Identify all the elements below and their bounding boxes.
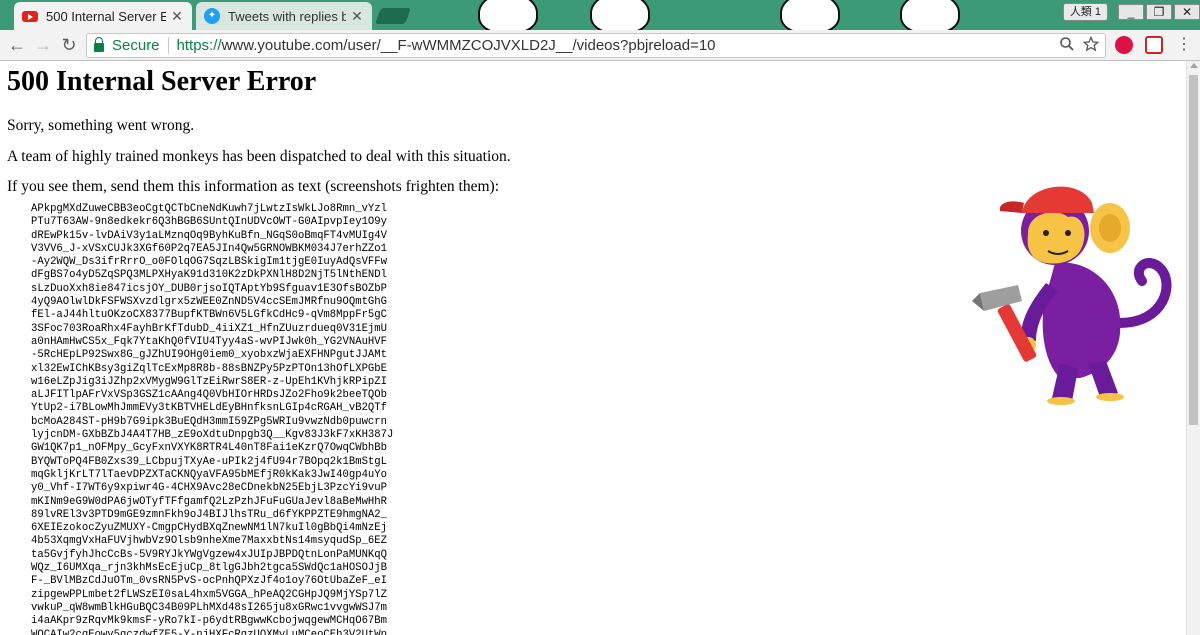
window-controls: 人類 1 _ ❐ ✕ (1062, 0, 1200, 24)
new-tab-button[interactable] (375, 8, 411, 24)
error-message: If you see them, send them this informat… (7, 178, 500, 195)
theme-decoration (900, 0, 960, 30)
forward-button[interactable]: → (32, 34, 54, 56)
theme-decoration (590, 0, 650, 30)
url-host-path: www.youtube.com/user/__F-wWMMZCOJVXLD2J_… (221, 37, 716, 54)
debug-info: APkpgMXdZuweCBB3eoCgtQCTbCneNdKuwh7jLwtz… (31, 203, 394, 635)
page-title: 500 Internal Server Error (7, 66, 317, 97)
lock-icon (94, 37, 104, 52)
extension-icon[interactable] (1145, 36, 1163, 54)
minimize-button[interactable]: _ (1118, 4, 1144, 20)
scrollbar-thumb[interactable] (1189, 75, 1198, 425)
menu-icon[interactable]: ⋮ (1176, 35, 1192, 55)
scroll-up-arrow-icon[interactable] (1190, 63, 1198, 68)
divider (167, 37, 169, 54)
extension-icon[interactable] (1115, 36, 1133, 54)
page-content: 500 Internal Server Error Sorry, somethi… (0, 61, 1186, 635)
url-text[interactable]: https://www.youtube.com/user/__F-wWMMZCO… (177, 37, 716, 54)
back-button[interactable]: ← (6, 34, 28, 56)
tab-twitter[interactable]: ✦ Tweets with replies by T ✕ (196, 2, 372, 30)
tab-title: Tweets with replies by T (228, 8, 346, 24)
monkey-illustration (972, 186, 1172, 405)
theme-decoration (780, 0, 840, 30)
close-window-button[interactable]: ✕ (1174, 4, 1200, 20)
tab-strip: 500 Internal Server Erro ✕ ✦ Tweets with… (0, 0, 1200, 30)
theme-decoration (478, 0, 538, 30)
close-icon[interactable]: ✕ (170, 8, 184, 25)
close-icon[interactable]: ✕ (350, 8, 364, 25)
profile-button[interactable]: 人類 1 (1062, 3, 1108, 21)
star-icon[interactable] (1083, 36, 1099, 52)
tab-youtube[interactable]: 500 Internal Server Erro ✕ (14, 2, 192, 30)
youtube-icon (22, 8, 38, 24)
magnifier-icon[interactable] (1059, 36, 1075, 52)
restore-button[interactable]: ❐ (1146, 4, 1172, 20)
reload-button[interactable]: ↻ (58, 34, 80, 56)
error-message: A team of highly trained monkeys has bee… (7, 148, 511, 165)
url-scheme: https:// (176, 37, 222, 54)
vertical-scrollbar[interactable] (1186, 61, 1200, 635)
browser-toolbar: ← → ↻ Secure https://www.youtube.com/use… (0, 30, 1200, 61)
address-bar[interactable]: Secure https://www.youtube.com/user/__F-… (86, 33, 1106, 58)
secure-label: Secure (112, 37, 160, 54)
tab-title: 500 Internal Server Erro (46, 8, 166, 24)
error-message: Sorry, something went wrong. (7, 117, 195, 134)
twitter-icon: ✦ (204, 8, 220, 24)
